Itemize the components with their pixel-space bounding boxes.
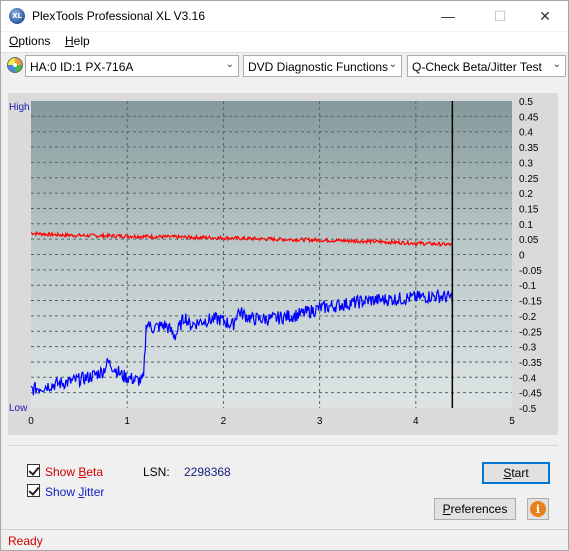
lsn-value: 2298368 [184,465,231,479]
y-axis-low-label: Low [9,403,28,414]
y-tick-label: 0.4 [519,128,533,139]
y-tick-label: 0.05 [519,235,539,246]
x-tick-label: 5 [509,416,515,427]
minimize-button[interactable]: — [425,1,471,31]
app-window: XL PlexTools Professional XL V3.16 — ☐ ✕… [0,0,569,551]
menu-options[interactable]: Options [9,34,50,48]
y-tick-label: 0.5 [519,97,533,108]
maximize-icon: ☐ [493,7,507,24]
close-button[interactable]: ✕ [522,1,568,31]
y-tick-label: -0.25 [519,327,542,338]
minimize-icon: — [441,8,455,24]
plextools-logo-icon: XL [9,8,25,24]
x-tick-label: 1 [124,416,130,427]
status-text: Ready [8,534,43,548]
x-tick-label: 3 [317,416,323,427]
show-beta-label[interactable]: Show Beta [45,465,103,479]
function-select-value: DVD Diagnostic Functions [248,60,389,74]
y-tick-label: -0.4 [519,373,537,384]
window-title: PlexTools Professional XL V3.16 [32,9,205,23]
drive-select[interactable]: HA:0 ID:1 PX-716A ⌄ [25,55,239,77]
chevron-down-icon: ⌄ [552,59,561,70]
show-jitter-checkbox[interactable] [27,484,40,497]
test-select[interactable]: Q-Check Beta/Jitter Test ⌄ [407,55,566,77]
info-button[interactable]: i [527,498,549,520]
y-tick-label: -0.2 [519,312,537,323]
preferences-button[interactable]: Preferences [434,498,516,520]
chevron-down-icon: ⌄ [225,59,234,70]
lsn-label: LSN: [143,465,170,479]
show-jitter-label[interactable]: Show Jitter [45,485,104,499]
x-tick-label: 2 [221,416,227,427]
beta-jitter-chart: 0.5 0.45 0.4 0.35 0.3 0.25 0.2 0.15 0.1 0.05 0 -0.0… [9,97,542,427]
y-tick-label: -0.45 [519,389,542,400]
close-icon: ✕ [539,7,551,24]
y-tick-label: 0.3 [519,158,533,169]
info-icon: i [530,501,546,517]
y-tick-label: 0.45 [519,112,539,123]
x-tick-label: 4 [413,416,419,427]
toolbar-divider [1,52,568,53]
y-tick-label: 0 [519,251,525,262]
drive-select-value: HA:0 ID:1 PX-716A [30,60,134,74]
chart-panel: 0.5 0.45 0.4 0.35 0.3 0.25 0.2 0.15 0.1 0.05 0 -0.0… [8,93,558,435]
y-tick-label: 0.1 [519,220,533,231]
chevron-down-icon: ⌄ [388,59,397,70]
y-tick-label: 0.2 [519,189,533,200]
y-tick-label: -0.5 [519,404,537,415]
disc-drive-icon [7,57,23,73]
start-button[interactable]: Start [482,462,550,484]
grid-lines [31,101,512,408]
y-tick-label: 0.35 [519,143,539,154]
y-tick-label: -0.15 [519,297,542,308]
status-bar: Ready [1,529,568,550]
function-select[interactable]: DVD Diagnostic Functions ⌄ [243,55,402,77]
test-select-value: Q-Check Beta/Jitter Test [412,60,542,74]
title-bar: XL PlexTools Professional XL V3.16 — ☐ ✕ [1,1,568,31]
y-tick-label: -0.1 [519,281,537,292]
x-tick-label: 0 [28,416,34,427]
y-tick-label: -0.35 [519,358,542,369]
maximize-button[interactable]: ☐ [477,1,523,31]
y-tick-label: 0.25 [519,174,539,185]
y-tick-label: -0.05 [519,266,542,277]
show-beta-checkbox[interactable] [27,464,40,477]
y-tick-label: 0.15 [519,204,539,215]
y-axis-high-label: High [9,102,30,113]
y-tick-label: -0.3 [519,343,537,354]
menu-bar: Options Help [1,32,568,52]
menu-help[interactable]: Help [65,34,90,48]
controls-divider [8,445,558,446]
